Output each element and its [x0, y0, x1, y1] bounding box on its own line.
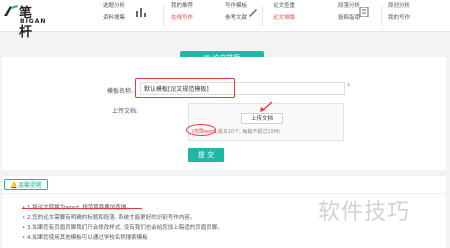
pointer-arrow-icon — [260, 101, 273, 112]
tips-tab[interactable]: 🔔温馨提醒 — [4, 179, 48, 190]
nav-paper-format[interactable]: 论文排版 — [273, 13, 295, 21]
submit-button[interactable]: 提 交 — [188, 148, 224, 162]
nav-references[interactable]: 参考文献 — [225, 13, 247, 21]
tip-text-2: 2.您的论文需要有明确的标题和段落, 系统才能更好的识别写作内容。 — [27, 215, 196, 221]
nav-my-recommend[interactable]: 我的推荐 — [171, 1, 193, 9]
nav-topic-analysis[interactable]: 选题分析 — [103, 1, 125, 9]
top-header: 笔杆 BIGAN 选题分析 资料搜集 我的推荐 在线写作 写作模板 参考文献 论… — [0, 0, 450, 40]
nav-divider — [262, 6, 263, 26]
nav-divider — [163, 6, 164, 26]
upload-hint-limits: 最多10个, 每篇不超过15M) — [217, 129, 281, 135]
brand-logo[interactable]: 笔杆 BIGAN — [2, 2, 45, 40]
nav-material-search[interactable]: 资料搜集 — [103, 13, 125, 21]
nav-divider — [381, 6, 382, 26]
highlight-box — [135, 78, 235, 98]
bar-chart-icon — [136, 8, 146, 17]
template-name-label: 模板名称: — [107, 88, 134, 95]
nav-my-writing[interactable]: 我的写作 — [388, 13, 410, 21]
pen-logo-icon — [4, 5, 18, 16]
watermark-text: 软件技巧 — [318, 200, 411, 225]
nav-plagiarism-check[interactable]: 论文查重 — [273, 1, 295, 9]
highlight-circle — [186, 124, 216, 136]
tip-item-2: • 2.您的论文需要有明确的标题和段落, 系统才能更好的识别写作内容。 — [22, 213, 195, 221]
tip-text-3: 3.如果您有页眉页脚我们只会修改样式, 没有我们也会给您加上稿适的页眉页脚。 — [27, 225, 223, 231]
nav-writing-template[interactable]: 写作模板 — [225, 1, 247, 9]
tip-text-4: 4.如果您使用其他模板可以通过学校名称搜索模板 — [27, 235, 148, 241]
nav-paragraph-analysis[interactable]: 段落分析 — [338, 1, 360, 9]
bell-icon: 🔔 — [10, 182, 18, 189]
pen-icon — [249, 9, 257, 17]
tip-underline — [22, 208, 142, 209]
upload-document-button[interactable]: 上传文档 — [241, 113, 283, 124]
brand-name-en: BIGAN — [20, 18, 47, 25]
tip-item-3: • 3.如果您有页眉页脚我们只会修改样式, 没有我们也会给您加上稿适的页眉页脚。 — [22, 223, 223, 231]
upload-document-label: 上传文档: — [112, 108, 139, 115]
nav-submission-guide[interactable]: 投稿指南 — [338, 13, 360, 21]
tips-tab-label: 温馨提醒 — [17, 182, 42, 189]
nav-original-analysis[interactable]: 原创分析 — [388, 1, 410, 9]
tip-item-1: • 1.将论文转换为word, 规范篇章要加查搜。 — [22, 203, 132, 211]
required-mark: * — [347, 82, 351, 90]
nav-online-writing[interactable]: 在线写作 — [171, 13, 193, 21]
tip-item-4: • 4.如果您使用其他模板可以通过学校名称搜索模板 — [22, 233, 148, 241]
